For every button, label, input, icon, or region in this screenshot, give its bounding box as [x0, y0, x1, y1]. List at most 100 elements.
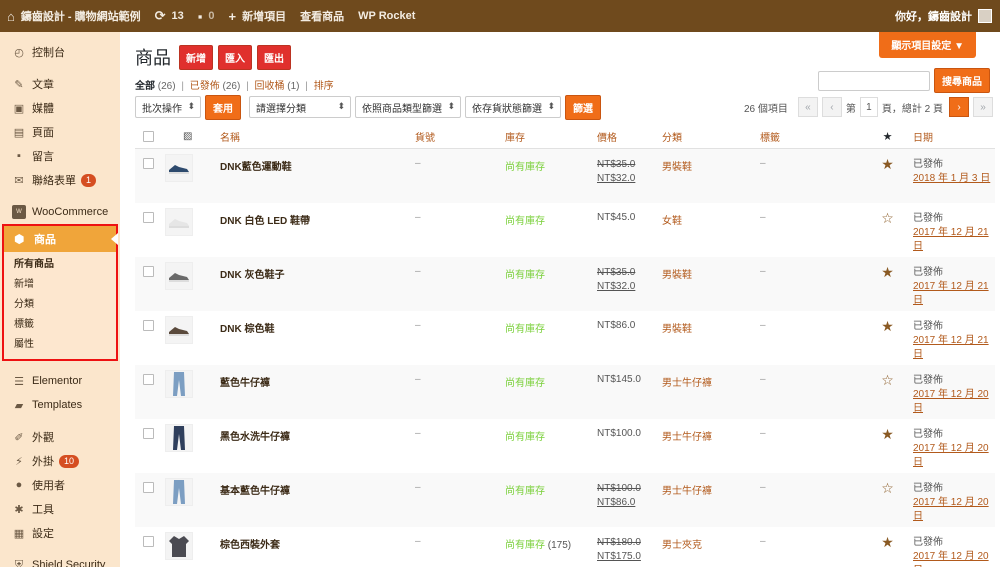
sidebar-item-elementor[interactable]: ☰ Elementor: [0, 369, 120, 393]
table-row[interactable]: DNK 棕色鞋 – 尚有庫存 NT$86.0 男裝鞋 – ★ 已發佈 2017 年 12 月 …: [135, 311, 995, 365]
product-thumbnail[interactable]: [165, 316, 193, 344]
submenu-tags[interactable]: 標籤: [4, 315, 116, 335]
submenu-all-products[interactable]: 所有商品: [4, 255, 116, 275]
search-input[interactable]: [818, 70, 930, 91]
product-thumbnail[interactable]: [165, 370, 193, 398]
product-thumbnail[interactable]: [165, 424, 193, 452]
product-type-select[interactable]: 依照商品類型篩選: [355, 96, 461, 118]
row-checkbox[interactable]: [143, 374, 154, 385]
category-link[interactable]: 男士夾克: [662, 540, 702, 551]
filter-trash[interactable]: 回收桶: [255, 81, 285, 92]
submenu-attributes[interactable]: 屬性: [4, 335, 116, 355]
select-all-checkbox[interactable]: [143, 131, 154, 142]
column-name[interactable]: 名稱: [220, 129, 415, 144]
not-featured-star-icon[interactable]: ☆: [881, 480, 894, 496]
row-checkbox[interactable]: [143, 158, 154, 169]
sidebar-item-comments[interactable]: ▪ 留言: [0, 144, 120, 168]
featured-star-icon[interactable]: ★: [881, 156, 894, 172]
search-products-button[interactable]: 搜尋商品: [934, 68, 990, 93]
product-thumbnail[interactable]: [165, 478, 193, 506]
column-featured-star-icon[interactable]: ★: [870, 130, 905, 143]
table-row[interactable]: DNK 灰色鞋子 – 尚有庫存 NT$35.0 NT$32.0 男裝鞋 – ★ 已發佈 2017…: [135, 257, 995, 311]
comments-link[interactable]: ▪ 0: [191, 0, 222, 32]
product-name-link[interactable]: DNK 白色 LED 鞋帶: [220, 216, 310, 227]
product-name-link[interactable]: 藍色牛仔褲: [220, 378, 270, 389]
category-link[interactable]: 男裝鞋: [662, 324, 692, 335]
column-sku[interactable]: 貨號: [415, 129, 505, 144]
sidebar-item-users[interactable]: ● 使用者: [0, 473, 120, 497]
column-date[interactable]: 日期: [905, 129, 995, 144]
row-checkbox[interactable]: [143, 482, 154, 493]
product-name-link[interactable]: DNK藍色運動鞋: [220, 162, 292, 173]
site-name-link[interactable]: ⌂ 鑄齒設計 - 購物網站範例: [0, 0, 148, 32]
product-name-link[interactable]: 基本藍色牛仔褲: [220, 486, 290, 497]
last-page-button[interactable]: »: [973, 97, 993, 117]
featured-star-icon[interactable]: ★: [881, 264, 894, 280]
product-thumbnail[interactable]: [165, 154, 193, 182]
sidebar-item-plugins[interactable]: ⚡ 外掛 10: [0, 449, 120, 473]
category-select[interactable]: 請選擇分類: [249, 96, 351, 118]
sidebar-item-settings[interactable]: ▦ 設定: [0, 521, 120, 545]
row-checkbox[interactable]: [143, 266, 154, 277]
row-checkbox[interactable]: [143, 320, 154, 331]
product-thumbnail[interactable]: [165, 208, 193, 236]
not-featured-star-icon[interactable]: ☆: [881, 372, 894, 388]
screen-options-button[interactable]: 顯示項目設定 ▼: [879, 32, 976, 58]
filter-sort[interactable]: 排序: [314, 81, 334, 92]
not-featured-star-icon[interactable]: ☆: [881, 210, 894, 226]
table-row[interactable]: 棕色西裝外套 – 尚有庫存 (175) NT$180.0 NT$175.0 男士夾克 – ★ 已…: [135, 527, 995, 567]
bulk-action-select[interactable]: 批次操作: [135, 96, 201, 118]
sidebar-item-woocommerce[interactable]: W WooCommerce: [0, 200, 120, 224]
row-checkbox[interactable]: [143, 536, 154, 547]
filter-published[interactable]: 已發佈: [190, 81, 220, 92]
table-row[interactable]: DNK藍色運動鞋 – 尚有庫存 NT$35.0 NT$32.0 男裝鞋 – ★ 已發佈 2018…: [135, 149, 995, 203]
featured-star-icon[interactable]: ★: [881, 534, 894, 550]
export-button[interactable]: 匯出: [257, 44, 291, 70]
sidebar-item-pages[interactable]: ▤ 頁面: [0, 120, 120, 144]
table-row[interactable]: 藍色牛仔褲 – 尚有庫存 NT$145.0 男士牛仔褲 – ☆ 已發佈 2017 年 12 月…: [135, 365, 995, 419]
sidebar-item-contact[interactable]: ✉ 聯絡表單 1: [0, 168, 120, 192]
table-row[interactable]: 基本藍色牛仔褲 – 尚有庫存 NT$100.0 NT$86.0 男士牛仔褲 – ☆ 已發佈 20…: [135, 473, 995, 527]
product-name-link[interactable]: 棕色西裝外套: [220, 540, 280, 551]
next-page-button[interactable]: ›: [949, 97, 969, 117]
featured-star-icon[interactable]: ★: [881, 318, 894, 334]
submenu-add-new[interactable]: 新增: [4, 275, 116, 295]
wp-rocket-link[interactable]: WP Rocket: [351, 0, 422, 32]
category-link[interactable]: 男裝鞋: [662, 162, 692, 173]
sidebar-item-products[interactable]: ⬢ 商品: [4, 226, 118, 252]
category-link[interactable]: 男裝鞋: [662, 270, 692, 281]
current-page-input[interactable]: 1: [859, 97, 878, 117]
new-item-link[interactable]: + 新增項目: [222, 0, 294, 32]
add-new-button[interactable]: 新增: [179, 44, 213, 70]
product-name-link[interactable]: DNK 棕色鞋: [220, 324, 274, 335]
table-row[interactable]: 黑色水洗牛仔褲 – 尚有庫存 NT$100.0 男士牛仔褲 – ★ 已發佈 2017 年 12…: [135, 419, 995, 473]
sidebar-item-media[interactable]: ▣ 媒體: [0, 96, 120, 120]
sidebar-item-dashboard[interactable]: ◴ 控制台: [0, 40, 120, 64]
sidebar-item-tools[interactable]: ✱ 工具: [0, 497, 120, 521]
view-products-link[interactable]: 查看商品: [293, 0, 351, 32]
product-thumbnail[interactable]: [165, 532, 193, 560]
sidebar-item-appearance[interactable]: ✐ 外觀: [0, 425, 120, 449]
submenu-categories[interactable]: 分類: [4, 295, 116, 315]
category-link[interactable]: 男士牛仔褲: [662, 378, 712, 389]
product-name-link[interactable]: 黑色水洗牛仔褲: [220, 432, 290, 443]
category-link[interactable]: 女鞋: [662, 216, 682, 227]
row-checkbox[interactable]: [143, 212, 154, 223]
account-menu[interactable]: 你好，鑄齒設計: [895, 8, 1000, 24]
product-name-link[interactable]: DNK 灰色鞋子: [220, 270, 284, 281]
featured-star-icon[interactable]: ★: [881, 426, 894, 442]
import-button[interactable]: 匯入: [218, 44, 252, 70]
row-checkbox[interactable]: [143, 428, 154, 439]
product-thumbnail[interactable]: [165, 262, 193, 290]
stock-status-select[interactable]: 依存貨狀態篩選: [465, 96, 561, 118]
sidebar-item-shield-security[interactable]: ⛨ Shield Security: [0, 553, 120, 567]
filter-all[interactable]: 全部: [135, 81, 155, 92]
sidebar-item-templates[interactable]: ▰ Templates: [0, 393, 120, 417]
table-row[interactable]: DNK 白色 LED 鞋帶 – 尚有庫存 NT$45.0 女鞋 – ☆ 已發佈 2017 年 …: [135, 203, 995, 257]
category-link[interactable]: 男士牛仔褲: [662, 486, 712, 497]
sidebar-item-posts[interactable]: ✎ 文章: [0, 72, 120, 96]
apply-button[interactable]: 套用: [205, 94, 241, 120]
updates-link[interactable]: ⟳ 13: [148, 0, 191, 32]
category-link[interactable]: 男士牛仔褲: [662, 432, 712, 443]
column-price[interactable]: 價格: [597, 129, 662, 144]
